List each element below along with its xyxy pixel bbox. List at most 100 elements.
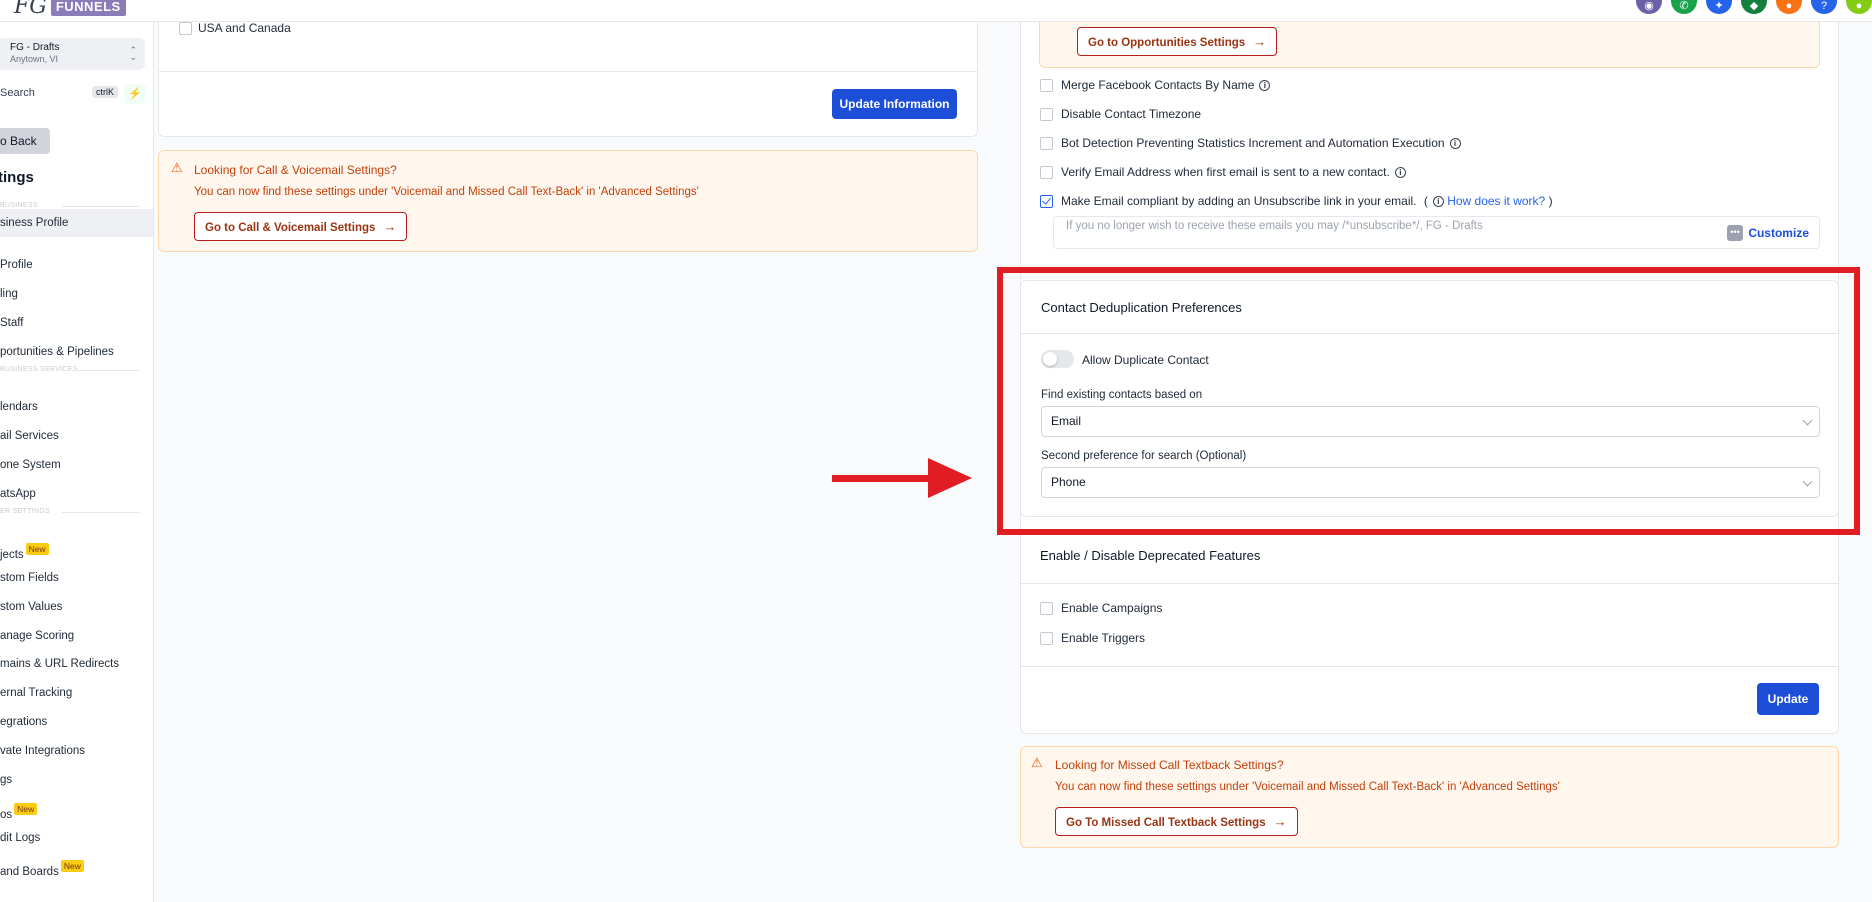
sidebar-item-label: ail Services [0, 430, 59, 442]
sidebar-item-label: siness Profile [0, 217, 69, 229]
location-name: FG - Drafts [10, 42, 60, 53]
avatar-icon[interactable]: ● [1846, 0, 1872, 14]
sidebar-item-label: one System [0, 459, 61, 471]
business-info-card: USA and Canada Update Information [158, 21, 978, 137]
sidebar-item-private-integrations[interactable]: vate Integrations [0, 745, 85, 757]
sidebar-item-custom-values[interactable]: stom Values [0, 601, 62, 613]
usa-canada-option[interactable]: USA and Canada [179, 21, 291, 36]
notice-body: You can now find these settings under 'V… [194, 186, 699, 198]
option-enable-campaigns[interactable]: Enable Campaigns [1040, 601, 1162, 616]
sidebar-item-label: ernal Tracking [0, 687, 73, 699]
sidebar-search[interactable]: Search ctrlK [0, 83, 118, 103]
phone-icon[interactable]: ✆ [1671, 0, 1697, 14]
missed-call-settings-button[interactable]: Go To Missed Call Textback Settings → [1055, 807, 1298, 836]
checkbox[interactable] [1040, 137, 1053, 151]
annotation-arrow-head [928, 458, 972, 498]
sidebar-item-label: portunities & Pipelines [0, 346, 114, 358]
sidebar-item-labs[interactable]: os New [0, 803, 38, 821]
sidebar-item-objects[interactable]: jects New [0, 543, 49, 561]
option-unsubscribe-link[interactable]: Make Email compliant by adding an Unsubs… [1040, 194, 1553, 209]
checkbox[interactable] [1040, 602, 1053, 616]
sidebar-item-tags[interactable]: gs [0, 774, 12, 786]
sidebar-item-domains[interactable]: mains & URL Redirects [0, 658, 119, 670]
section-business: BUSINESS [0, 202, 140, 209]
location-address: Anytown, VI [10, 54, 59, 64]
app-logo[interactable]: FG FUNNELS [14, 0, 126, 19]
sidebar: FG - Drafts Anytown, VI ⌃ ⌄ Search ctrlK … [0, 22, 154, 902]
sidebar-item-calendars[interactable]: lendars [0, 401, 38, 413]
button-label: Go To Missed Call Textback Settings [1066, 817, 1266, 829]
option-merge-facebook[interactable]: Merge Facebook Contacts By Name i [1040, 78, 1271, 93]
sidebar-item-label: mains & URL Redirects [0, 658, 120, 670]
unsubscribe-text-field[interactable]: If you no longer wish to receive these e… [1053, 216, 1820, 249]
sidebar-item-brand-boards[interactable]: and Boards New [0, 860, 84, 878]
info-icon[interactable]: i [1259, 80, 1271, 91]
sidebar-item-opportunities[interactable]: portunities & Pipelines [0, 346, 114, 358]
opportunities-settings-button[interactable]: Go to Opportunities Settings → [1077, 27, 1278, 56]
how-does-it-work-link[interactable]: How does it work? [1447, 194, 1545, 208]
update-button[interactable]: Update [1757, 683, 1819, 715]
sidebar-item-external-tracking[interactable]: ernal Tracking [0, 687, 72, 699]
sidebar-item-label: os [0, 809, 13, 821]
sidebar-item-custom-fields[interactable]: stom Fields [0, 572, 59, 584]
checkbox[interactable] [1040, 79, 1053, 93]
sidebar-item-business-profile[interactable]: siness Profile [0, 209, 153, 237]
sidebar-item-billing[interactable]: ling [0, 288, 18, 300]
help-icon[interactable]: ? [1811, 0, 1837, 14]
chat-icon[interactable]: ◉ [1636, 0, 1662, 14]
call-voicemail-notice: ⚠ Looking for Call & Voicemail Settings?… [158, 150, 978, 252]
new-badge: New [14, 803, 38, 815]
sidebar-item-label: lendars [0, 401, 38, 413]
sidebar-item-label: Profile [0, 259, 33, 271]
checkbox[interactable] [1040, 166, 1053, 180]
checkbox[interactable] [1040, 108, 1053, 122]
arrow-right-icon: → [1253, 34, 1267, 49]
sidebar-item-label: stom Fields [0, 572, 59, 584]
divider [159, 71, 977, 72]
info-icon[interactable]: i [1449, 138, 1461, 149]
sparkle-icon[interactable]: ✦ [1706, 0, 1732, 14]
sidebar-item-integrations[interactable]: egrations [0, 716, 47, 728]
megaphone-icon[interactable]: ◆ [1741, 0, 1767, 14]
sidebar-item-my-staff[interactable]: Staff [0, 317, 23, 329]
search-shortcut: ctrlK [92, 86, 118, 98]
divider [1020, 583, 1839, 584]
sidebar-item-label: anage Scoring [0, 630, 75, 642]
call-voicemail-settings-button[interactable]: Go to Call & Voicemail Settings → [194, 212, 408, 241]
notice-title: Looking for Missed Call Textback Setting… [1055, 758, 1284, 772]
update-information-button[interactable]: Update Information [832, 89, 957, 119]
top-icon-group: ◉ ✆ ✦ ◆ ●? ● [1636, 0, 1872, 14]
info-icon[interactable]: i [1394, 167, 1406, 178]
chevron-updown-icon: ⌃ ⌄ [129, 45, 137, 62]
checkbox[interactable] [1040, 632, 1053, 646]
location-switcher[interactable]: FG - Drafts Anytown, VI ⌃ ⌄ [0, 38, 145, 70]
option-enable-triggers[interactable]: Enable Triggers [1040, 631, 1145, 646]
divider [1020, 666, 1839, 667]
sidebar-item-label: stom Values [0, 601, 63, 613]
section-business-services: BUSINESS SERVICES [0, 366, 140, 373]
option-verify-email[interactable]: Verify Email Address when first email is… [1040, 165, 1406, 180]
usa-canada-checkbox[interactable] [179, 22, 192, 36]
back-button[interactable]: o Back [0, 128, 50, 154]
sidebar-item-label: Staff [0, 317, 24, 329]
checkbox-checked[interactable] [1040, 195, 1053, 209]
dots-icon: ••• [1727, 225, 1743, 241]
sidebar-item-email-services[interactable]: ail Services [0, 430, 59, 442]
notice-title: Looking for Call & Voicemail Settings? [194, 163, 397, 177]
paren-close: ) [1548, 194, 1553, 208]
sidebar-item-whatsapp[interactable]: atsApp [0, 488, 36, 500]
option-disable-timezone[interactable]: Disable Contact Timezone [1040, 107, 1201, 122]
bell-icon[interactable]: ● [1776, 0, 1802, 14]
sidebar-item-audit-logs[interactable]: dit Logs [0, 832, 40, 844]
usa-canada-label: USA and Canada [198, 21, 291, 35]
bolt-icon[interactable]: ⚡ [124, 84, 146, 104]
option-label: Merge Facebook Contacts By Name [1061, 78, 1255, 92]
option-bot-detection[interactable]: Bot Detection Preventing Statistics Incr… [1040, 136, 1461, 151]
notice-body: You can now find these settings under 'V… [1055, 781, 1560, 793]
customize-button[interactable]: Customize [1748, 226, 1809, 240]
sidebar-item-phone-system[interactable]: one System [0, 459, 61, 471]
sidebar-item-manage-scoring[interactable]: anage Scoring [0, 630, 74, 642]
sidebar-item-my-profile[interactable]: Profile [0, 259, 33, 271]
sidebar-item-label: jects [0, 549, 24, 561]
info-icon[interactable]: i [1432, 196, 1444, 207]
